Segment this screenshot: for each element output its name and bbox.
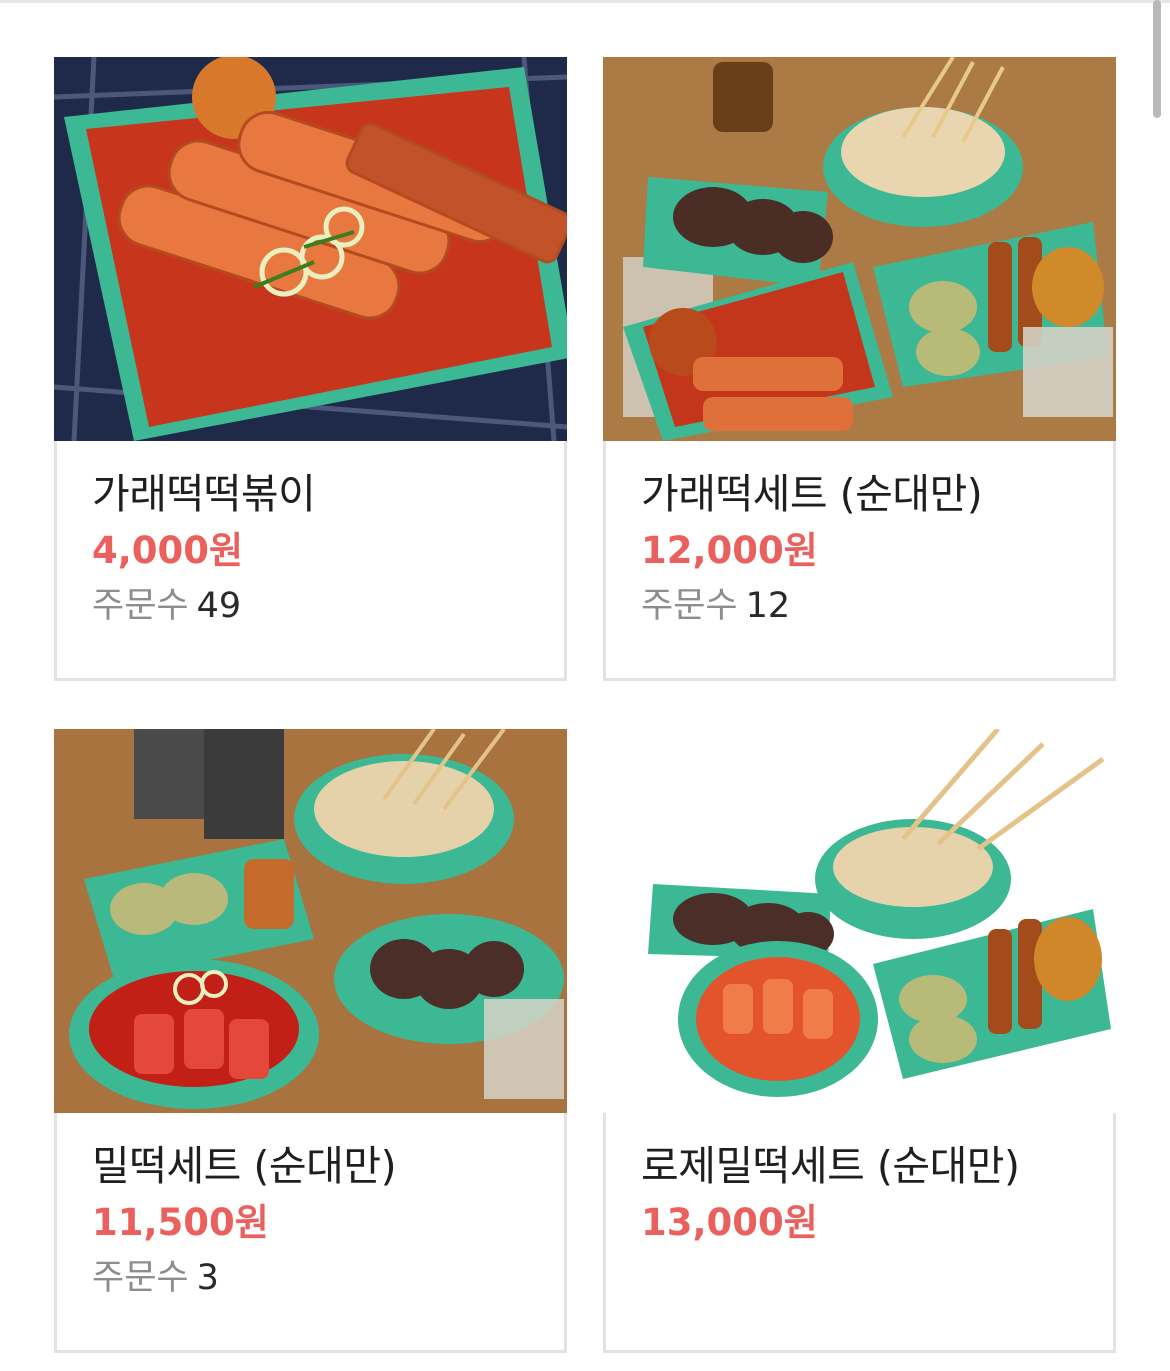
menu-card-rose-milltteok-set[interactable]: 로제밀떡세트 (순대만) 13,000원 bbox=[603, 729, 1116, 1353]
rose-milltteok-set-photo bbox=[603, 729, 1116, 1113]
menu-item-image bbox=[603, 729, 1116, 1113]
order-count-value: 49 bbox=[196, 586, 242, 626]
menu-item-price: 4,000원 bbox=[92, 529, 244, 572]
scrollbar[interactable] bbox=[1153, 0, 1161, 118]
menu-item-name: 밀떡세트 (순대만) bbox=[92, 1142, 397, 1190]
menu-item-info: 밀떡세트 (순대만) 11,500원 주문수 3 bbox=[92, 1140, 544, 1301]
menu-card-garaetteok-tteokbokki[interactable]: 가래떡떡볶이 4,000원 주문수 49 bbox=[54, 57, 567, 681]
menu-card-milltteok-set[interactable]: 밀떡세트 (순대만) 11,500원 주문수 3 bbox=[54, 729, 567, 1353]
order-count: 주문수 12 bbox=[641, 583, 1093, 629]
menu-item-image bbox=[603, 57, 1116, 441]
order-count-label: 주문수 bbox=[92, 586, 189, 626]
menu-item-info: 가래떡세트 (순대만) 12,000원 주문수 12 bbox=[641, 468, 1093, 629]
menu-item-price: 12,000원 bbox=[641, 529, 818, 572]
menu-card-garaetteok-set[interactable]: 가래떡세트 (순대만) 12,000원 주문수 12 bbox=[603, 57, 1116, 681]
top-divider bbox=[0, 0, 1170, 3]
order-count-value: 12 bbox=[745, 586, 791, 626]
menu-item-name: 가래떡세트 (순대만) bbox=[641, 470, 983, 518]
tteok-set-photo bbox=[603, 57, 1116, 441]
milltteok-set-photo bbox=[54, 729, 567, 1113]
menu-item-info: 로제밀떡세트 (순대만) 13,000원 bbox=[641, 1140, 1093, 1247]
menu-item-info: 가래떡떡볶이 4,000원 주문수 49 bbox=[92, 468, 544, 629]
menu-item-price: 11,500원 bbox=[92, 1201, 269, 1244]
menu-item-image bbox=[54, 729, 567, 1113]
menu-item-price: 13,000원 bbox=[641, 1201, 818, 1244]
order-count: 주문수 49 bbox=[92, 583, 544, 629]
order-count: 주문수 3 bbox=[92, 1255, 544, 1301]
menu-item-name: 로제밀떡세트 (순대만) bbox=[641, 1142, 1020, 1190]
tteokbokki-photo bbox=[54, 57, 567, 441]
order-count-label: 주문수 bbox=[92, 1258, 189, 1298]
menu-item-name: 가래떡떡볶이 bbox=[92, 470, 316, 518]
order-count-label: 주문수 bbox=[641, 586, 738, 626]
menu-item-image bbox=[54, 57, 567, 441]
order-count-value: 3 bbox=[196, 1258, 219, 1298]
menu-grid: 가래떡떡볶이 4,000원 주문수 49 가래떡세트 (순대만) 12,000원… bbox=[54, 57, 1116, 1353]
